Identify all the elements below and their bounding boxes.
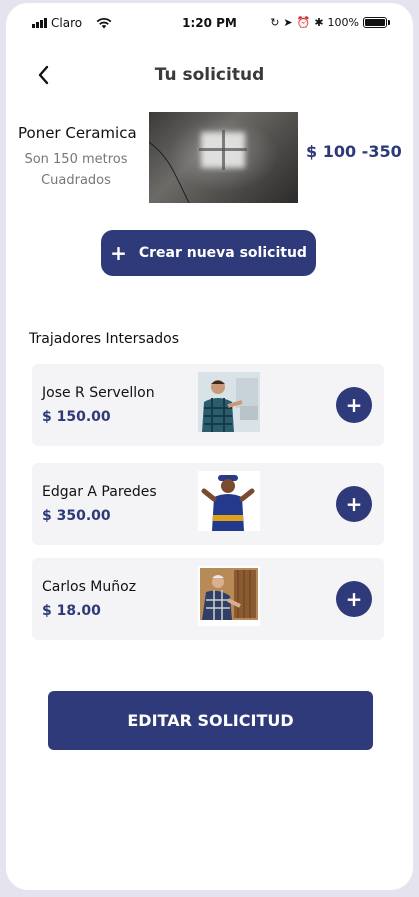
create-request-button[interactable]: + Crear nueva solicitud bbox=[101, 230, 316, 276]
worker-name: Edgar A Paredes bbox=[42, 484, 157, 500]
add-worker-button[interactable]: + bbox=[336, 387, 372, 423]
worker-price: $ 350.00 bbox=[42, 508, 111, 524]
page-title: Tu solicitud bbox=[154, 65, 265, 85]
request-description: Son 150 metros Cuadrados bbox=[24, 152, 128, 188]
plus-icon: + bbox=[345, 587, 363, 611]
bluetooth-icon: ✱ bbox=[314, 16, 324, 29]
workers-section-title: Trajadores Intersados bbox=[29, 331, 180, 347]
add-worker-button[interactable]: + bbox=[336, 486, 372, 522]
worker-name: Jose R Servellon bbox=[42, 385, 155, 401]
request-photo bbox=[149, 112, 298, 203]
worker-card: Carlos Muñoz $ 18.00 + bbox=[32, 558, 384, 640]
worker-photo bbox=[198, 566, 260, 626]
worker-price: $ 150.00 bbox=[42, 409, 111, 425]
battery-percent: 100% bbox=[327, 16, 359, 29]
alarm-icon: ⏰ bbox=[296, 16, 311, 29]
location-icon: ➤ bbox=[283, 16, 293, 29]
orientation-lock-icon: ↻ bbox=[270, 16, 280, 29]
request-price-range: $ 100 -350 bbox=[306, 142, 402, 161]
worker-card: Edgar A Paredes $ 350.00 + bbox=[32, 463, 384, 545]
status-bar: Claro 1:20 PM ↻ ➤ ⏰ ✱ 100% bbox=[6, 3, 413, 43]
worker-price: $ 18.00 bbox=[42, 603, 101, 619]
request-name: Poner Ceramica bbox=[18, 124, 137, 142]
worker-card: Jose R Servellon $ 150.00 + bbox=[32, 364, 384, 446]
add-worker-button[interactable]: + bbox=[336, 581, 372, 617]
phone-screen: Claro 1:20 PM ↻ ➤ ⏰ ✱ 100% Tu solicitud … bbox=[6, 3, 413, 890]
worker-name: Carlos Muñoz bbox=[42, 579, 137, 595]
plus-icon: + bbox=[110, 241, 127, 265]
edit-request-button[interactable]: EDITAR SOLICITUD bbox=[48, 691, 373, 750]
plus-icon: + bbox=[345, 393, 363, 417]
status-right: ↻ ➤ ⏰ ✱ 100% bbox=[270, 16, 390, 29]
create-request-label: Crear nueva solicitud bbox=[138, 245, 307, 261]
battery-icon bbox=[363, 17, 390, 28]
worker-photo bbox=[198, 372, 260, 432]
plus-icon: + bbox=[345, 492, 363, 516]
worker-photo bbox=[198, 471, 260, 531]
